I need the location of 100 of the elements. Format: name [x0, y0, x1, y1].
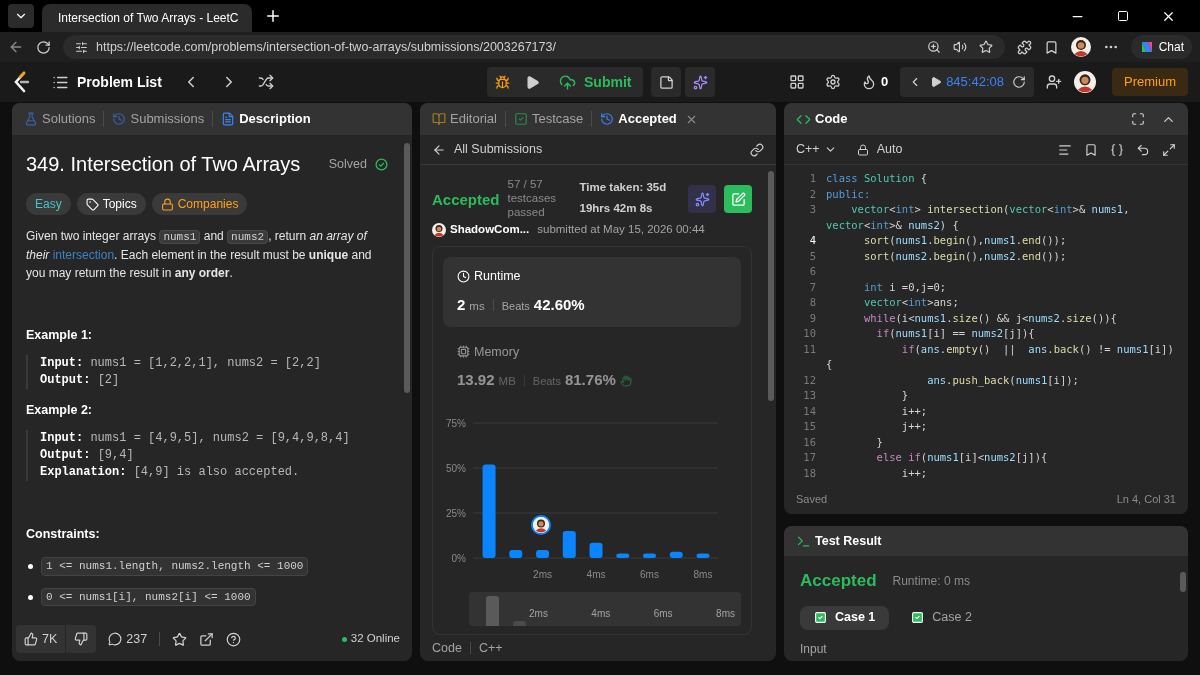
chart-bar — [616, 553, 630, 558]
panel-tab[interactable]: Submissions — [130, 109, 205, 129]
line-number: 12 — [802, 372, 817, 388]
timer-text: 845:42:08 — [946, 73, 1004, 92]
mode-label[interactable]: Auto — [876, 140, 903, 159]
example-line: Output: [2] — [40, 371, 121, 389]
bookmark-icon[interactable] — [1043, 39, 1059, 55]
address-bar[interactable]: https://leetcode.com/problems/intersection-of-two-arrays/submissions/2003267173/ — [63, 35, 1005, 59]
metric-card[interactable]: Runtime 2 ms Beats 42.60% — [443, 257, 741, 327]
input-label: Input — [800, 640, 828, 658]
panel-tab[interactable]: Editorial — [450, 109, 497, 129]
add-user-icon[interactable] — [1046, 74, 1062, 90]
line-number: 16 — [802, 434, 817, 450]
speaker-icon[interactable] — [952, 40, 967, 54]
format-icon[interactable] — [1058, 142, 1072, 157]
note-button[interactable] — [651, 67, 682, 97]
premium-button[interactable]: Premium — [1112, 68, 1188, 96]
logo-icon[interactable] — [12, 71, 32, 93]
help-icon[interactable] — [226, 631, 242, 647]
edit-button[interactable] — [724, 185, 752, 213]
maximize-icon[interactable] — [1117, 10, 1129, 22]
panel-tab[interactable]: Testcase — [531, 109, 584, 129]
star-icon[interactable] — [172, 631, 188, 647]
braces-icon[interactable] — [1110, 142, 1124, 157]
shuffle-icon[interactable] — [257, 74, 274, 90]
terminal-icon — [796, 533, 811, 549]
code-line: i++; — [900, 465, 928, 481]
code-line: } — [875, 434, 883, 450]
line-number: 9 — [808, 310, 817, 326]
line-number: 5 — [808, 248, 817, 264]
back-icon[interactable] — [8, 39, 24, 55]
scrollbar[interactable] — [1180, 572, 1186, 592]
all-submissions-link[interactable]: All Submissions — [454, 140, 543, 159]
overview-tick-label: 8ms — [716, 606, 735, 621]
user-avatar[interactable] — [1074, 71, 1096, 93]
panel-tab[interactable]: Accepted — [618, 109, 677, 129]
constraint-code: 1 <= nums1.length, nums2.length <= 1000 — [41, 557, 309, 576]
overview-strip[interactable]: 2ms 4ms 6ms 8ms — [469, 591, 741, 626]
fullscreen-icon[interactable] — [1131, 112, 1145, 126]
example-line: Output: [9,4] — [40, 446, 135, 464]
line-number: 14 — [802, 403, 817, 419]
new-tab-icon[interactable] — [264, 7, 282, 25]
tag-chip[interactable]: Topics — [76, 193, 146, 215]
back-icon[interactable] — [432, 142, 446, 157]
play-icon[interactable] — [930, 76, 943, 88]
line-number: 13 — [802, 388, 817, 403]
scrollbar[interactable] — [404, 143, 410, 393]
thumbs-up-icon — [24, 632, 38, 646]
zoom-icon[interactable] — [926, 40, 941, 54]
bookmark-icon[interactable] — [1084, 142, 1098, 157]
document-icon — [221, 112, 236, 126]
chart-bar — [696, 553, 710, 558]
x-axis-tick-label: 8ms — [693, 568, 713, 580]
tag-chip[interactable]: Easy — [26, 193, 71, 215]
chart-bar — [509, 549, 523, 558]
panel-tab[interactable]: Solutions — [42, 109, 96, 129]
lock-icon — [856, 143, 869, 156]
language-select[interactable]: C++ — [796, 140, 837, 159]
tag-chip[interactable]: Companies — [151, 193, 248, 215]
ai-button[interactable] — [685, 67, 716, 97]
panel-title: Code — [815, 110, 848, 129]
case-tab[interactable]: Case 1 — [800, 605, 890, 630]
problem-list-link[interactable]: Problem List — [77, 71, 162, 93]
note-icon — [658, 74, 674, 90]
example-line: Input: nums1 = [1,2,2,1], nums2 = [2,2] — [40, 354, 322, 372]
reload-icon[interactable] — [36, 39, 51, 55]
check-icon — [911, 611, 925, 624]
reset-icon[interactable] — [1012, 75, 1026, 89]
chart-bar — [562, 530, 576, 558]
browser-tab[interactable]: Intersection of Two Arrays - LeetC — [42, 4, 252, 32]
grid-icon[interactable] — [788, 74, 805, 90]
ai-button[interactable] — [688, 185, 716, 213]
save-status: Saved — [796, 491, 828, 507]
cursor-position: Ln 4, Col 31 — [1116, 491, 1176, 507]
hand-icon — [619, 374, 632, 387]
undo-icon[interactable] — [1136, 142, 1150, 157]
lock-icon — [160, 197, 174, 211]
username[interactable]: ShadowCom... — [450, 221, 530, 239]
panel-title: Test Result — [815, 532, 882, 550]
chat-button[interactable]: Chat — [1130, 35, 1192, 59]
book-icon — [432, 112, 446, 126]
line-number: 11 — [802, 341, 817, 357]
tab-list-button[interactable] — [8, 4, 34, 28]
puzzle-icon[interactable] — [1016, 39, 1032, 55]
case-tab[interactable]: Case 2 — [897, 605, 986, 630]
code-line: vector<int>ans; — [862, 295, 959, 310]
scrollbar[interactable] — [768, 171, 774, 401]
profile-avatar[interactable] — [1070, 37, 1091, 57]
star-icon[interactable] — [978, 40, 993, 54]
submitted-time: submitted at May 15, 2026 00:44 — [537, 222, 705, 237]
example-heading: Example 2: — [26, 401, 93, 419]
sliders-icon[interactable] — [75, 40, 88, 54]
chart-bar — [643, 553, 657, 558]
comments-button[interactable]: 237 — [108, 629, 148, 649]
share-icon[interactable] — [199, 631, 215, 647]
code-line: public: — [825, 186, 871, 202]
link-icon[interactable] — [750, 142, 764, 157]
settings-icon[interactable] — [824, 74, 841, 90]
panel-tab[interactable]: Description — [239, 109, 311, 129]
expand-icon[interactable] — [1162, 142, 1176, 157]
